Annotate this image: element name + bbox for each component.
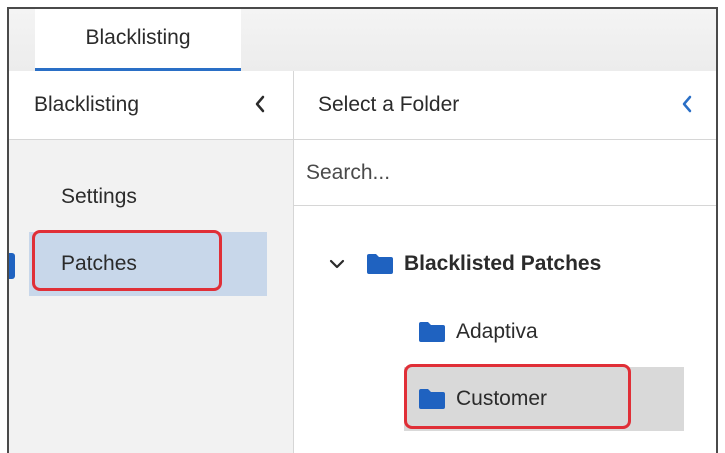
nav-item-settings[interactable]: Settings xyxy=(29,165,267,229)
app-window: Blacklisting Blacklisting Settings Patch… xyxy=(7,7,718,453)
search-input[interactable] xyxy=(294,140,716,206)
left-pane: Blacklisting Settings Patches xyxy=(9,71,294,453)
left-pane-header: Blacklisting xyxy=(9,71,293,140)
tree-node-customer[interactable]: Customer xyxy=(404,367,684,431)
chevron-left-icon[interactable] xyxy=(674,89,700,119)
chevron-down-icon[interactable] xyxy=(326,253,348,275)
tab-blacklisting[interactable]: Blacklisting xyxy=(35,9,241,71)
tree-node-label: Adaptiva xyxy=(456,320,538,343)
right-pane-header: Select a Folder xyxy=(294,71,716,140)
left-pane-title: Blacklisting xyxy=(34,93,140,116)
chevron-left-icon[interactable] xyxy=(247,89,273,119)
tree-node-adaptiva[interactable]: Adaptiva xyxy=(418,312,538,352)
tab-bar: Blacklisting xyxy=(9,9,716,72)
right-pane-title: Select a Folder xyxy=(318,93,460,116)
folder-icon xyxy=(418,321,446,343)
right-pane: Select a Folder Blacklisted Patches Adap… xyxy=(294,71,716,453)
selection-marker xyxy=(9,253,15,279)
tree-node-label: Blacklisted Patches xyxy=(404,252,602,275)
folder-icon xyxy=(418,388,446,410)
folder-icon xyxy=(366,253,394,275)
nav-item-patches[interactable]: Patches xyxy=(29,232,267,296)
tree-node-label: Customer xyxy=(456,387,548,410)
tree-node-blacklisted-patches[interactable]: Blacklisted Patches xyxy=(326,244,601,284)
